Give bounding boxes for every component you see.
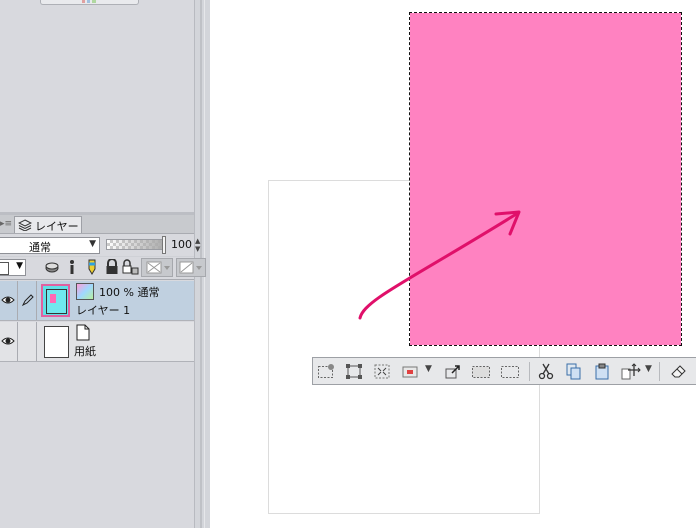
layer-thumbnail[interactable] [44,326,69,358]
toolbar-separator [659,362,660,381]
ruler-enable-button[interactable] [176,258,206,277]
opacity-spinner[interactable]: ▲ ▼ [195,237,205,255]
selection-border-icon[interactable] [471,363,490,380]
raster-layer-icon [76,283,94,300]
deselect-icon[interactable] [500,363,519,380]
fit-selection-icon[interactable] [373,363,391,380]
draft-layer-icon[interactable] [84,259,100,275]
move-icon[interactable] [621,363,641,380]
tab-scroll-icon[interactable]: ▸≡ [0,217,12,231]
blend-mode-select[interactable]: 通常 ▼ [0,237,100,254]
chevron-down-icon: ▼ [89,239,96,249]
paper-icon [76,324,90,341]
blend-mode-value: 通常 [29,241,51,254]
selection-launcher-toolbar: ▼ ▼ [312,357,696,385]
layer-color-swatch [0,262,9,275]
layer-row[interactable]: 100 % 通常 レイヤー 1 [0,281,194,321]
copy-icon[interactable] [565,363,583,380]
row-divider [36,281,37,320]
chevron-down-icon[interactable]: ▼ [425,364,432,374]
eye-icon[interactable] [1,336,15,346]
eye-icon[interactable] [1,295,15,305]
upper-panel [0,0,194,212]
layer-color-dropdown[interactable]: ▼ [0,259,26,276]
lasso-select-icon[interactable] [317,363,335,380]
layer-thumbnail-content [50,294,56,303]
reference-layer-icon[interactable] [64,259,80,275]
row-divider [17,281,18,320]
panel-stub-button[interactable] [40,0,139,5]
chevron-down-icon: ▼ [16,261,23,271]
cut-icon[interactable] [537,363,555,380]
layer-name: 用紙 [74,345,96,358]
eraser-icon[interactable] [669,363,687,380]
tab-layer[interactable]: レイヤー [14,216,82,233]
opacity-slider-knob[interactable] [162,236,166,254]
annotation-arrow [358,210,521,320]
tab-layer-label: レイヤー [35,220,79,233]
layer-name: レイヤー 1 [76,304,131,317]
transform-icon[interactable] [345,363,363,380]
row-divider [36,322,37,361]
lock-icon[interactable] [104,259,120,275]
color-fill-icon[interactable] [401,363,419,380]
opacity-value: 100 [171,238,192,251]
layer-thumbnail[interactable] [41,284,70,317]
clip-layer-icon[interactable] [44,259,60,275]
layers-icon [17,219,33,232]
opacity-slider[interactable] [106,239,166,250]
toolbar-separator [529,362,530,381]
paste-icon[interactable] [593,363,611,380]
expand-icon[interactable] [444,363,462,380]
layer-row[interactable]: 用紙 [0,322,194,362]
row-divider [17,322,18,361]
mask-enable-button[interactable] [141,258,173,277]
pen-edit-icon [21,293,35,307]
layer-properties: 100 % 通常 [99,286,160,299]
lock-transparency-icon[interactable] [122,259,139,275]
chevron-down-icon[interactable]: ▼ [645,364,652,374]
